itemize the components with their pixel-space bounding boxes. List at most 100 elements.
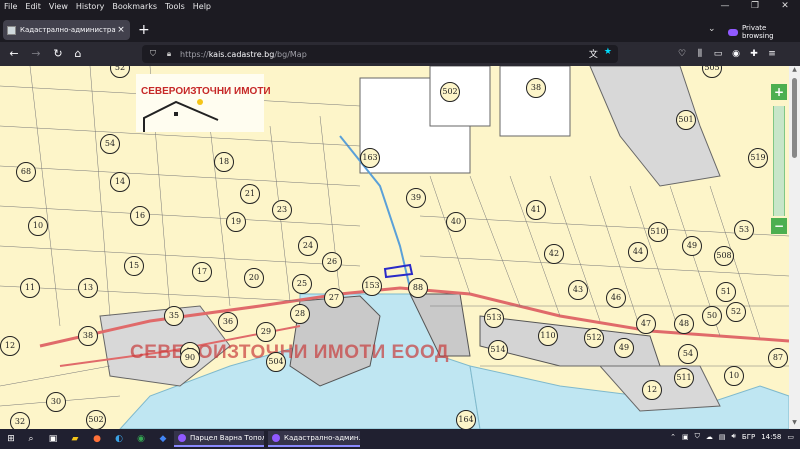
parcel-label: 23 <box>272 200 292 220</box>
file-explorer-icon[interactable]: ▰ <box>68 432 82 446</box>
tab-close-icon[interactable]: × <box>116 25 126 35</box>
scroll-up-icon[interactable]: ▲ <box>789 66 800 76</box>
parcel-label: 36 <box>218 312 238 332</box>
menu-hamburger-icon[interactable]: ≡ <box>764 46 780 62</box>
nav-bar: ← → ↻ ⌂ ⛉ 🔒︎ https://kais.cadastre.bg/bg… <box>0 42 800 66</box>
chrome-icon[interactable]: ◉ <box>134 432 148 446</box>
taskbar-app-2-label: Кадастрално-админ… <box>284 434 360 442</box>
new-tab-button[interactable]: + <box>138 22 150 38</box>
home-icon[interactable]: ⌂ <box>70 46 86 62</box>
parcel-label: 11 <box>20 278 40 298</box>
taskbar: ⊞ ⌕ ▣ ▰ ● ◐ ◉ ◆ Парцел Варна Топол… Када… <box>0 429 800 449</box>
translate-icon[interactable]: 文 <box>589 47 598 60</box>
parcel-label: 519 <box>748 148 768 168</box>
windows-start-icon[interactable]: ⊞ <box>4 432 18 446</box>
url-bar[interactable]: ⛉ 🔒︎ https://kais.cadastre.bg/bg/Map 文 ★ <box>142 45 618 63</box>
parcel-label: 514 <box>488 340 508 360</box>
scrollbar-thumb[interactable] <box>792 78 797 158</box>
parcel-label: 21 <box>240 184 260 204</box>
cadastral-map[interactable]: СЕВЕРОИЗТОЧНИ ИМОТИ СЕВЕРОИЗТОЧНИ ИМОТИ … <box>0 66 800 429</box>
zoom-out-button[interactable]: − <box>771 218 787 234</box>
zoom-in-button[interactable]: + <box>771 84 787 100</box>
menu-tools[interactable]: Tools <box>165 2 185 11</box>
zoom-slider-track[interactable] <box>773 106 785 216</box>
parcel-label: 163 <box>360 148 380 168</box>
task-view-icon[interactable]: ▣ <box>46 432 60 446</box>
back-arrow-icon[interactable]: ← <box>6 46 22 62</box>
menu-edit[interactable]: Edit <box>25 2 41 11</box>
parcel-label: 27 <box>324 288 344 308</box>
forward-arrow-icon[interactable]: → <box>28 46 44 62</box>
parcel-label: 14 <box>110 172 130 192</box>
bookmark-star-icon[interactable]: ★ <box>604 47 612 60</box>
parcel-label: 52 <box>726 302 746 322</box>
tray-chevron-icon[interactable]: ⌃ <box>670 433 676 441</box>
extensions-icon[interactable]: ✚ <box>746 46 762 62</box>
menu-view[interactable]: View <box>49 2 68 11</box>
parcel-label: 54 <box>100 134 120 154</box>
parcel-label: 32 <box>10 412 30 429</box>
url-prefix: https:// <box>180 49 209 59</box>
private-mask-icon <box>728 28 738 36</box>
parcel-label: 513 <box>484 308 504 328</box>
store-icon[interactable]: ◆ <box>156 432 170 446</box>
firefox-icon[interactable]: ● <box>90 432 104 446</box>
parcel-label: 30 <box>46 392 66 412</box>
reload-icon[interactable]: ↻ <box>50 46 66 62</box>
tab-cadastre[interactable]: Кадастрално-административ… × <box>3 20 130 40</box>
toolbar-icons: ♡ ⫼ ▭ ◉ ✚ ≡ <box>674 46 782 62</box>
taskbar-app-1[interactable]: Парцел Варна Топол… <box>174 431 264 447</box>
language-indicator[interactable]: БГР <box>742 433 755 441</box>
taskbar-app-2[interactable]: Кадастрално-админ… <box>268 431 360 447</box>
parcel-label: 512 <box>584 328 604 348</box>
pocket-icon[interactable]: ♡ <box>674 46 690 62</box>
watermark-logo: СЕВЕРОИЗТОЧНИ ИМОТИ <box>136 74 271 132</box>
parcel-label: 46 <box>606 288 626 308</box>
tray-security-icon[interactable]: ⛉ <box>695 432 700 441</box>
parcel-label: 501 <box>676 110 696 130</box>
parcel-label: 511 <box>674 368 694 388</box>
private-browsing-label: Private browsing <box>741 24 774 40</box>
maximize-icon[interactable]: ❐ <box>740 0 770 12</box>
firefox-private-icon <box>178 434 186 442</box>
parcel-label: 16 <box>130 206 150 226</box>
menu-history[interactable]: History <box>76 2 104 11</box>
parcel-label: 17 <box>192 262 212 282</box>
library-icon[interactable]: ⫼ <box>692 46 708 62</box>
parcel-label: 12 <box>642 380 662 400</box>
parcel-label: 43 <box>568 280 588 300</box>
network-icon[interactable]: ▤ <box>719 433 726 441</box>
url-path: /bg/Map <box>274 49 307 59</box>
parcel-label: 510 <box>648 222 668 242</box>
minimize-icon[interactable]: — <box>710 0 740 12</box>
notifications-icon[interactable]: ▭ <box>787 433 794 441</box>
parcel-label: 40 <box>446 212 466 232</box>
menu-file[interactable]: File <box>4 2 17 11</box>
parcel-label: 50 <box>702 306 722 326</box>
clock[interactable]: 14:58 <box>761 433 781 441</box>
parcel-label: 15 <box>124 256 144 276</box>
parcel-label: 26 <box>322 252 342 272</box>
search-icon[interactable]: ⌕ <box>24 432 38 446</box>
edge-icon[interactable]: ◐ <box>112 432 126 446</box>
volume-icon[interactable]: 🔊︎ <box>731 432 735 441</box>
menu-help[interactable]: Help <box>193 2 211 11</box>
account-icon[interactable]: ◉ <box>728 46 744 62</box>
tray-app-icon[interactable]: ▣ <box>682 433 689 441</box>
tray-cloud-icon[interactable]: ☁ <box>706 433 713 441</box>
menu-bookmarks[interactable]: Bookmarks <box>112 2 157 11</box>
parcel-label: 504 <box>266 352 286 372</box>
parcel-label: 53 <box>734 220 754 240</box>
tab-list-chevron-icon[interactable]: ⌄ <box>708 24 716 34</box>
url-host: kais.cadastre.bg <box>208 49 275 59</box>
scroll-down-icon[interactable]: ▼ <box>789 419 800 429</box>
house-icon <box>143 99 219 132</box>
shield-icon[interactable]: ⛉ <box>148 49 158 59</box>
parcel-label: 54 <box>678 344 698 364</box>
parcel-label: 42 <box>544 244 564 264</box>
lock-icon[interactable]: 🔒︎ <box>164 49 174 59</box>
close-icon[interactable]: ✕ <box>770 0 800 12</box>
parcel-label: 18 <box>214 152 234 172</box>
vertical-scrollbar[interactable]: ▲ ▼ <box>789 66 800 429</box>
sidebar-icon[interactable]: ▭ <box>710 46 726 62</box>
